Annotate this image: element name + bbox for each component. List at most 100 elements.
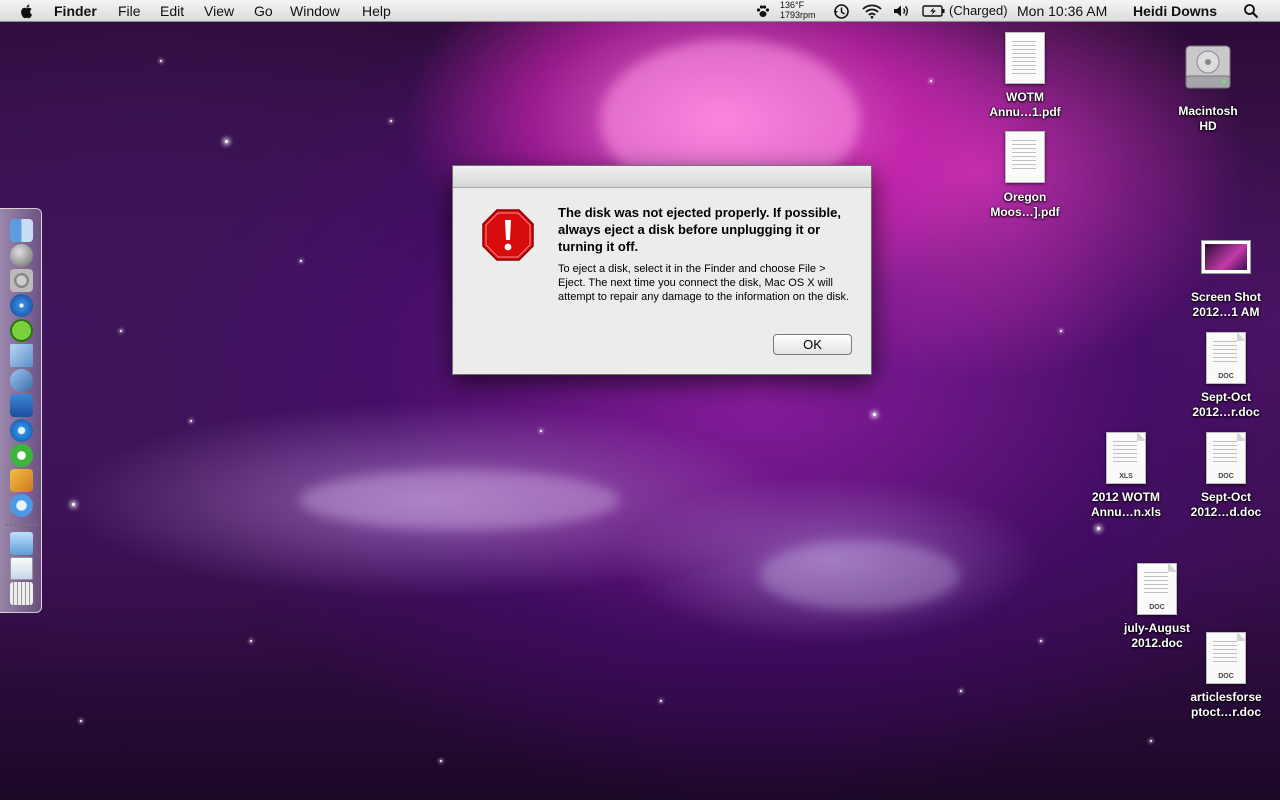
file-name-line2: Annu…1.pdf [989,105,1061,119]
file-name-line1: Sept-Oct [1200,490,1251,504]
file-name-line1: Screen Shot [1190,290,1262,304]
menu-view[interactable]: View [204,2,234,20]
menu-window[interactable]: Window [290,2,340,20]
menu-app-name[interactable]: Finder [54,2,97,20]
desktop-file-wotm-pdf[interactable]: WOTM Annu…1.pdf [975,30,1075,122]
file-type-badge: DOC [1218,473,1234,480]
desktop-macintosh-hd[interactable]: Macintosh HD [1158,38,1258,134]
file-type-badge: DOC [1218,373,1234,380]
file-name-line1: Sept-Oct [1200,390,1251,404]
volume-icon[interactable] [892,3,910,19]
desktop-file-screen-shot[interactable]: Screen Shot 2012…1 AM [1176,238,1276,322]
documents-stack-icon[interactable] [10,557,33,580]
disk-not-ejected-alert: The disk was not ejected properly. If po… [452,165,872,375]
menu-file[interactable]: File [118,2,141,20]
star [440,760,442,762]
file-type-badge: XLS [1119,473,1133,480]
file-name-line1: WOTM [1006,90,1044,104]
pdf-document-icon [1005,131,1045,183]
word-document-icon: DOC [1206,332,1246,384]
temperature-readout: 136°F [780,0,805,10]
star [960,690,962,692]
apple-menu-icon[interactable] [18,2,36,20]
facetime-icon[interactable] [10,494,33,517]
finder-icon[interactable] [10,219,33,242]
star [190,420,192,422]
file-name-line1: articlesforse [1190,690,1262,704]
star [1060,330,1062,332]
file-name-line2: 2012…1 AM [1192,305,1260,319]
battery-status[interactable]: (Charged) [949,2,1008,20]
file-name-line2: Annu…n.xls [1090,505,1161,519]
dock-separator [6,524,36,526]
trash-icon[interactable] [10,582,33,605]
time-machine-icon[interactable] [833,3,850,20]
dialog-title-bar[interactable] [453,166,871,188]
nebula-glow [300,470,620,530]
nebula-glow [760,540,960,610]
file-name-line2: Moos…].pdf [990,205,1060,219]
launchpad-icon[interactable] [10,244,33,267]
itunes-icon[interactable] [10,419,33,442]
star [160,60,162,62]
file-name-line2: 2012…d.doc [1190,505,1262,519]
battery-icon[interactable] [922,4,946,18]
spotlight-search-icon[interactable] [1243,3,1259,19]
menu-clock[interactable]: Mon 10:36 AM [1017,2,1107,20]
screenshot-preview [1205,244,1247,270]
desktop-file-sept-oct-r-doc[interactable]: DOC Sept-Oct 2012…r.doc [1176,330,1276,422]
menu-bar: Finder File Edit View Go Window Help 136… [0,0,1280,22]
menu-help[interactable]: Help [362,2,391,20]
alert-message: The disk was not ejected properly. If po… [558,205,841,254]
paw-icon[interactable] [755,3,771,19]
alert-informative-text: To eject a disk, select it in the Finder… [558,263,850,303]
file-name-line1: Oregon [1003,190,1047,204]
ok-button[interactable]: OK [773,334,852,355]
mail-icon[interactable] [10,344,33,367]
desktop-wallpaper [0,0,1280,800]
safari-icon[interactable] [10,294,33,317]
preview-icon[interactable] [10,369,33,392]
star [300,260,302,262]
file-name-line2: 2012…r.doc [1192,405,1260,419]
star [1040,640,1042,642]
word-document-icon: DOC [1206,632,1246,684]
menu-edit[interactable]: Edit [160,2,184,20]
disk-name-line1: Macintosh [1178,104,1238,118]
word-icon[interactable] [10,394,33,417]
temperature-monitor[interactable]: 136°F 1793rpm [780,0,816,20]
star [1150,740,1152,742]
word-document-icon: DOC [1206,432,1246,484]
fast-user-switch[interactable]: Heidi Downs [1133,2,1217,20]
pdf-document-icon [1005,32,1045,84]
file-type-badge: DOC [1218,673,1234,680]
disk-name-line2: HD [1199,119,1217,133]
star [72,503,75,506]
fan-speed-readout: 1793rpm [780,10,816,20]
star [390,120,392,122]
file-type-badge: DOC [1149,604,1165,611]
screenshot-thumbnail-icon [1201,240,1251,274]
file-name-line1: 2012 WOTM [1091,490,1160,504]
desktop-file-wotm-xls[interactable]: XLS 2012 WOTM Annu…n.xls [1076,430,1176,522]
desktop-file-articlesforseptoct-doc[interactable]: DOC articlesforse ptoct…r.doc [1176,630,1276,722]
star [660,700,662,702]
word-document-icon: DOC [1137,563,1177,615]
star [930,80,932,82]
wifi-icon[interactable] [861,3,883,19]
star [80,720,82,722]
star [540,430,542,432]
desktop-file-sept-oct-d-doc[interactable]: DOC Sept-Oct 2012…d.doc [1176,430,1276,522]
spotify-icon[interactable] [10,319,33,342]
star [120,330,122,332]
excel-document-icon: XLS [1106,432,1146,484]
menu-go[interactable]: Go [254,2,273,20]
applications-folder-icon[interactable] [10,532,33,555]
desktop-file-oregon-pdf[interactable]: Oregon Moos…].pdf [975,128,1075,220]
star [225,140,228,143]
stop-alert-icon [482,209,534,261]
iphoto-icon[interactable] [10,469,33,492]
system-preferences-icon[interactable] [10,269,33,292]
star [1097,527,1100,530]
utorrent-icon[interactable] [10,444,33,467]
